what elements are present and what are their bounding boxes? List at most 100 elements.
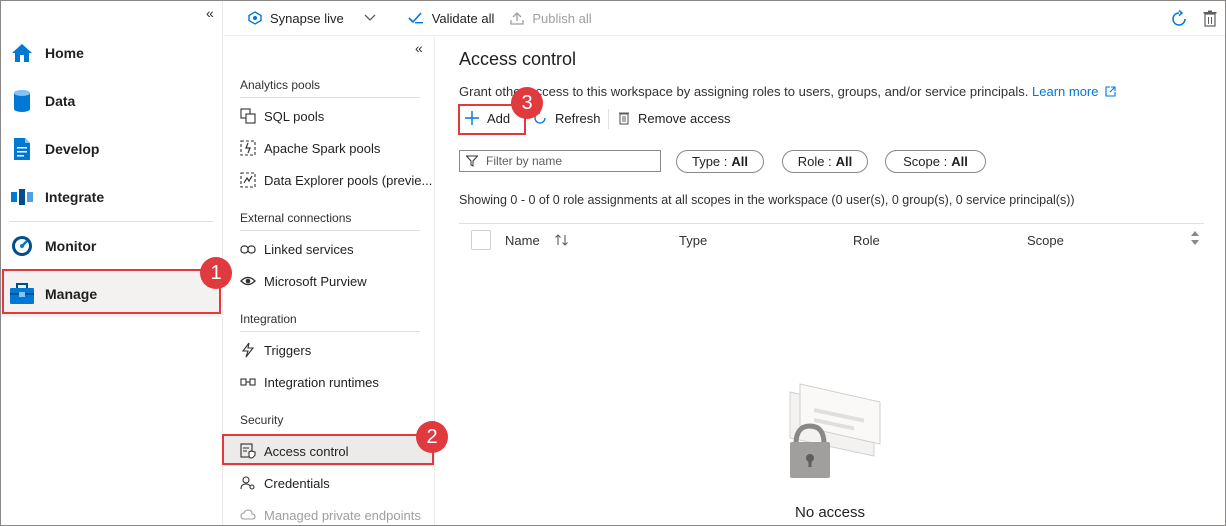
nav-divider bbox=[9, 221, 213, 222]
subnav-item-managed-private-endpoints[interactable]: Managed private endpoints bbox=[224, 500, 434, 526]
column-header-role[interactable]: Role bbox=[853, 233, 880, 248]
link-icon bbox=[240, 241, 256, 257]
annotation-box-manage bbox=[2, 269, 221, 314]
subnav-item-credentials[interactable]: Credentials bbox=[224, 468, 434, 498]
filter-by-name-input[interactable]: Filter by name bbox=[459, 150, 661, 172]
subnav-label: Microsoft Purview bbox=[264, 273, 367, 289]
page-title: Access control bbox=[459, 49, 577, 69]
collapse-subnav-icon[interactable]: « bbox=[415, 40, 423, 56]
refresh-icon[interactable] bbox=[1170, 9, 1188, 31]
nav-label: Monitor bbox=[45, 238, 97, 254]
no-access-illustration bbox=[786, 382, 882, 495]
nav-label: Integrate bbox=[45, 189, 105, 205]
publish-all-button[interactable]: Publish all bbox=[510, 10, 592, 26]
gauge-icon bbox=[9, 233, 35, 259]
refresh-label: Refresh bbox=[555, 110, 601, 126]
subnav-label: SQL pools bbox=[264, 108, 325, 124]
external-link-icon bbox=[1105, 86, 1116, 97]
validate-icon bbox=[408, 12, 423, 24]
section-divider bbox=[240, 97, 420, 98]
subnav-label: Apache Spark pools bbox=[264, 140, 381, 156]
subnav-item-integration-runtimes[interactable]: Integration runtimes bbox=[224, 367, 434, 397]
subnav-label: Linked services bbox=[264, 241, 354, 257]
scope-filter-pill[interactable]: Scope : All bbox=[885, 150, 986, 173]
column-sort-icon[interactable] bbox=[1190, 229, 1200, 247]
nav-label: Home bbox=[45, 45, 84, 61]
section-divider bbox=[240, 331, 420, 332]
database-icon bbox=[9, 88, 35, 114]
learn-more-link[interactable]: Learn more bbox=[1032, 84, 1116, 99]
subnav-label: Managed private endpoints bbox=[264, 507, 421, 523]
subnav-item-microsoft-purview[interactable]: Microsoft Purview bbox=[224, 266, 434, 296]
subnav-item-linked-services[interactable]: Linked services bbox=[224, 234, 434, 264]
section-header-integration: Integration bbox=[240, 312, 297, 326]
trash-icon bbox=[619, 112, 629, 125]
top-toolbar: Synapse live Validate all Publish all bbox=[224, 1, 1225, 36]
nav-item-develop[interactable]: Develop bbox=[1, 127, 221, 171]
section-header-security: Security bbox=[240, 413, 284, 427]
column-header-name[interactable]: Name bbox=[505, 233, 569, 248]
nav-item-data[interactable]: Data bbox=[1, 79, 221, 123]
column-header-type[interactable]: Type bbox=[679, 233, 707, 248]
results-summary: Showing 0 - 0 of 0 role assignments at a… bbox=[459, 193, 1075, 207]
left-navigation: « Home Data Develop Integrate Monitor Ma… bbox=[1, 1, 223, 525]
nav-item-monitor[interactable]: Monitor bbox=[1, 224, 221, 268]
remove-access-label: Remove access bbox=[638, 110, 731, 126]
synapse-live-dropdown[interactable]: Synapse live bbox=[248, 11, 384, 26]
purview-eye-icon bbox=[240, 273, 256, 289]
section-divider bbox=[240, 230, 420, 231]
type-filter-pill[interactable]: Type : All bbox=[676, 150, 764, 173]
table-header: Name Type Role Scope bbox=[459, 223, 1204, 255]
section-header-external-connections: External connections bbox=[240, 211, 352, 225]
annotation-box-access-control bbox=[222, 434, 434, 465]
role-filter-pill[interactable]: Role : All bbox=[782, 150, 868, 173]
column-header-scope[interactable]: Scope bbox=[1027, 233, 1064, 248]
filter-placeholder: Filter by name bbox=[486, 154, 563, 168]
subnav-item-sql-pools[interactable]: SQL pools bbox=[224, 101, 434, 131]
filter-icon bbox=[466, 155, 478, 167]
remove-access-button[interactable]: Remove access bbox=[618, 107, 730, 129]
refresh-button[interactable]: Refresh bbox=[533, 107, 601, 129]
lightning-icon bbox=[240, 342, 256, 358]
sort-icon[interactable] bbox=[555, 234, 569, 246]
subnav-label: Credentials bbox=[264, 475, 330, 491]
publish-all-label: Publish all bbox=[532, 10, 592, 26]
section-header-analytics-pools: Analytics pools bbox=[240, 78, 321, 92]
sql-pool-icon bbox=[240, 108, 256, 124]
annotation-badge-2: 2 bbox=[416, 421, 448, 453]
spark-pool-icon bbox=[240, 140, 256, 156]
publish-icon bbox=[510, 12, 525, 25]
synapse-icon bbox=[248, 11, 262, 25]
subnav-label: Triggers bbox=[264, 342, 312, 358]
key-person-icon bbox=[240, 475, 256, 491]
access-control-page: Access control Grant other access to thi… bbox=[436, 37, 1225, 525]
pipeline-icon bbox=[9, 184, 35, 210]
document-icon bbox=[9, 136, 35, 162]
synapse-live-label: Synapse live bbox=[270, 10, 344, 26]
home-icon bbox=[9, 40, 35, 66]
nav-item-home[interactable]: Home bbox=[1, 31, 221, 75]
validate-all-button[interactable]: Validate all bbox=[408, 10, 495, 26]
discard-icon[interactable] bbox=[1203, 10, 1217, 31]
subnav-item-triggers[interactable]: Triggers bbox=[224, 335, 434, 365]
page-description: Grant other access to this workspace by … bbox=[459, 84, 1116, 99]
nav-item-integrate[interactable]: Integrate bbox=[1, 175, 221, 219]
annotation-badge-3: 3 bbox=[511, 87, 543, 119]
description-text: Grant other access to this workspace by … bbox=[459, 84, 1029, 99]
chevron-down-icon bbox=[364, 14, 376, 21]
runtime-icon bbox=[240, 374, 256, 390]
no-access-text: No access bbox=[795, 504, 866, 521]
command-separator bbox=[608, 109, 609, 129]
subnav-label: Data Explorer pools (previe... bbox=[264, 172, 433, 188]
subnav-label: Integration runtimes bbox=[264, 374, 379, 390]
nav-label: Data bbox=[45, 93, 76, 109]
cloud-icon bbox=[240, 507, 256, 523]
annotation-badge-1: 1 bbox=[200, 257, 232, 289]
data-explorer-icon bbox=[240, 172, 256, 188]
subnav-item-apache-spark-pools[interactable]: Apache Spark pools bbox=[224, 133, 434, 163]
select-all-checkbox[interactable] bbox=[471, 230, 491, 250]
validate-all-label: Validate all bbox=[431, 10, 495, 26]
collapse-nav-icon[interactable]: « bbox=[206, 5, 214, 21]
subnav-item-data-explorer-pools[interactable]: Data Explorer pools (previe... bbox=[224, 165, 434, 195]
nav-label: Develop bbox=[45, 141, 100, 157]
